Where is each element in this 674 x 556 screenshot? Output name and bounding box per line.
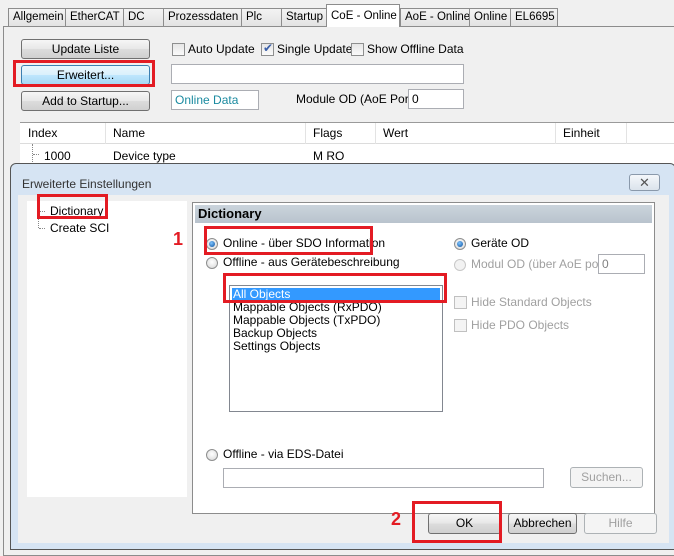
- tab-plc[interactable]: Plc: [241, 8, 282, 26]
- tab-aoe-online[interactable]: AoE - Online: [400, 8, 470, 26]
- object-filter-list[interactable]: All Objects Mappable Objects (RxPDO) Map…: [229, 285, 443, 412]
- online-data-field: Online Data: [171, 90, 259, 110]
- row-flags: M RO: [313, 149, 345, 163]
- tab-el6695[interactable]: EL6695: [510, 8, 558, 26]
- tree-item-create-sci[interactable]: Create SCI: [50, 221, 109, 235]
- col-index[interactable]: Index: [28, 126, 57, 140]
- section-title: Dictionary: [195, 205, 652, 223]
- col-wert[interactable]: Wert: [383, 126, 408, 140]
- module-od-input[interactable]: 0: [408, 89, 464, 109]
- search-button[interactable]: Suchen...: [570, 467, 643, 488]
- step-2-marker: 2: [391, 509, 402, 529]
- advanced-settings-dialog: Erweiterte Einstellungen ✕ Dictionary Cr…: [10, 163, 674, 550]
- ok-button[interactable]: OK: [428, 513, 501, 534]
- auto-update-checkbox[interactable]: [172, 43, 185, 56]
- tab-dc[interactable]: DC: [123, 8, 164, 26]
- hide-standard-checkbox[interactable]: [454, 296, 467, 309]
- modul-od-input[interactable]: 0: [598, 254, 645, 274]
- row-index: 1000: [44, 149, 71, 163]
- close-button[interactable]: ✕: [629, 174, 660, 191]
- tab-prozessdaten[interactable]: Prozessdaten: [163, 8, 242, 26]
- object-table-header: Index Name Flags Wert Einheit: [20, 122, 674, 144]
- cancel-button[interactable]: Abbrechen: [508, 513, 577, 534]
- hide-standard-label: Hide Standard Objects: [471, 295, 592, 309]
- row-name: Device type: [113, 149, 176, 163]
- dictionary-panel: Dictionary Online - über SDO Information…: [192, 202, 655, 514]
- radio-offline-eds-label: Offline - via EDS-Datei: [223, 447, 344, 461]
- table-row[interactable]: 1000 Device type M RO: [20, 144, 674, 164]
- auto-update-label: Auto Update: [188, 42, 255, 56]
- col-einheit[interactable]: Einheit: [563, 126, 600, 140]
- hide-pdo-checkbox[interactable]: [454, 319, 467, 332]
- hide-pdo-label: Hide PDO Objects: [471, 318, 570, 332]
- dialog-title: Erweiterte Einstellungen: [22, 177, 152, 191]
- radio-geraete-od-label: Geräte OD: [471, 236, 530, 250]
- tab-online[interactable]: Online: [469, 8, 511, 26]
- tree-item-dictionary[interactable]: Dictionary: [50, 204, 103, 218]
- add-to-startup-button[interactable]: Add to Startup...: [21, 91, 150, 111]
- col-flags[interactable]: Flags: [313, 126, 342, 140]
- single-update-label: Single Update: [277, 42, 353, 56]
- tab-coe-online[interactable]: CoE - Online: [326, 4, 400, 27]
- radio-online-sdo-label: Online - über SDO Information: [223, 236, 386, 250]
- list-item-settings[interactable]: Settings Objects: [233, 340, 320, 353]
- radio-offline-description[interactable]: [206, 257, 218, 269]
- step-1-marker: 1: [173, 229, 184, 249]
- radio-offline-description-label: Offline - aus Gerätebeschreibung: [223, 255, 400, 269]
- tab-strip: Allgemein EtherCAT DC Prozessdaten Plc S…: [0, 0, 674, 27]
- update-list-button[interactable]: Update Liste: [21, 39, 150, 59]
- settings-tree: Dictionary Create SCI: [27, 201, 187, 497]
- col-name[interactable]: Name: [113, 126, 145, 140]
- module-od-label: Module OD (AoE Port):: [296, 92, 420, 106]
- show-offline-data-label: Show Offline Data: [367, 42, 464, 56]
- show-offline-data-checkbox[interactable]: [351, 43, 364, 56]
- eds-path-input[interactable]: [223, 468, 544, 488]
- radio-modul-od-label: Modul OD (über AoE port): [471, 257, 610, 271]
- tab-allgemein[interactable]: Allgemein: [8, 8, 66, 26]
- close-icon: ✕: [639, 175, 650, 190]
- advanced-button[interactable]: Erweitert...: [21, 65, 150, 85]
- radio-modul-od[interactable]: [454, 259, 466, 271]
- help-button[interactable]: Hilfe: [584, 513, 657, 534]
- single-update-checkbox[interactable]: [261, 41, 274, 56]
- filter-input[interactable]: [171, 64, 464, 84]
- radio-online-sdo[interactable]: [206, 238, 218, 250]
- tab-ethercat[interactable]: EtherCAT: [65, 8, 124, 26]
- radio-offline-eds[interactable]: [206, 449, 218, 461]
- tab-startup[interactable]: Startup: [281, 8, 327, 26]
- dialog-client: Dictionary Create SCI Dictionary Online …: [18, 194, 669, 543]
- radio-geraete-od[interactable]: [454, 238, 466, 250]
